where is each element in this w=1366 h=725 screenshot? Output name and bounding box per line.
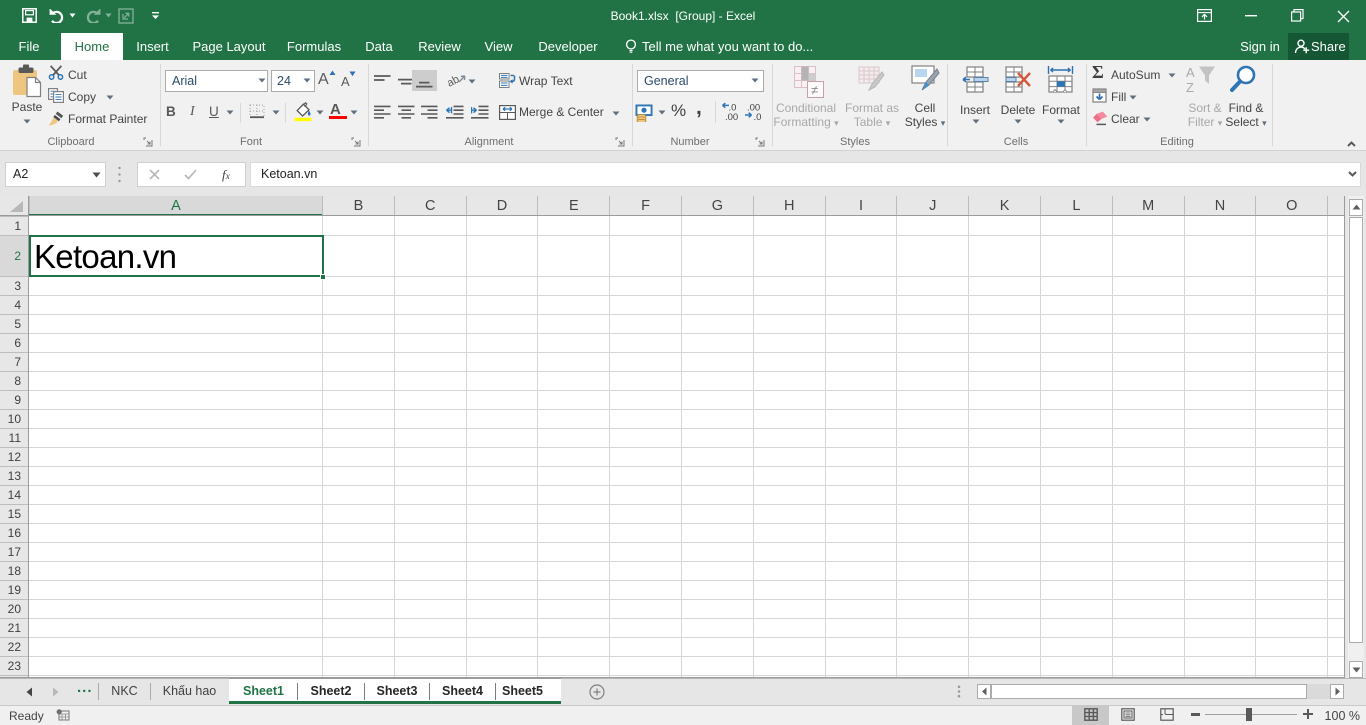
svg-text:.00: .00 <box>725 112 738 121</box>
svg-text:≠: ≠ <box>811 83 818 98</box>
svg-text:Z: Z <box>1186 80 1194 94</box>
svg-text:A: A <box>1186 65 1195 80</box>
